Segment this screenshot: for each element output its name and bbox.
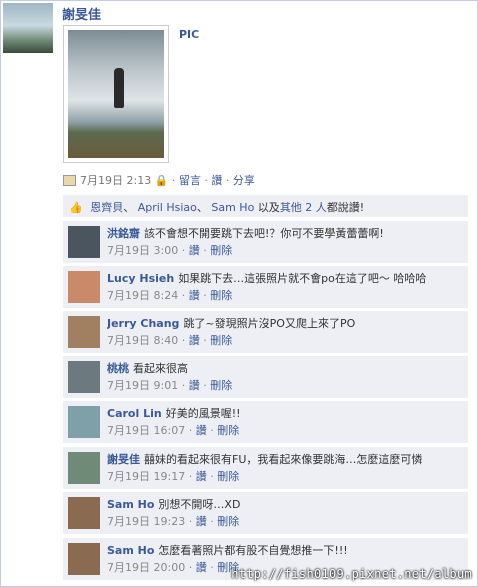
post-meta: 7月19日 2:13 🔒 · 留言 · 讚 · 分享	[63, 172, 255, 188]
comment-like-link[interactable]: 讚	[196, 424, 207, 437]
commenter-avatar[interactable]	[68, 271, 100, 303]
comment-delete-link[interactable]: 刪除	[217, 515, 239, 528]
comment-time[interactable]: 7月19日 3:00	[107, 244, 178, 257]
commenter-avatar[interactable]	[68, 497, 100, 529]
comment-body: Lucy Hsieh 如果跳下去…這張照片就不會po在這了吧～ 哈哈哈 7月19日 …	[107, 270, 464, 304]
comment-meta: 7月19日 16:07 · 讚 · 刪除	[107, 424, 240, 437]
comment-link[interactable]: 留言	[179, 174, 201, 187]
comment-meta: 7月19日 9:01 · 讚 · 刪除	[107, 379, 233, 392]
photo-thumbnail[interactable]	[63, 25, 169, 163]
watermark: http://fish0109.pixnet.net/album	[231, 567, 472, 581]
comment-time[interactable]: 7月19日 20:00	[107, 561, 185, 574]
comment-text: 囍妹的看起來很有FU，我看起來像要跳海…怎麼這麼可憐	[144, 453, 423, 466]
comment-delete-link[interactable]: 刪除	[210, 244, 232, 257]
comment-row: Sam Ho 別想不開呀…XD 7月19日 19:23 · 讚 · 刪除	[63, 491, 468, 534]
comment-body: 桃桃 看起來很高 7月19日 9:01 · 讚 · 刪除	[107, 360, 464, 394]
comment-time[interactable]: 7月19日 16:07	[107, 424, 185, 437]
comment-row: Jerry Chang 跳了~發現照片沒PO又爬上來了PO 7月19日 8:40 ·…	[63, 310, 468, 353]
commenter-avatar[interactable]	[68, 406, 100, 438]
thumbs-up-icon: 👍	[69, 201, 83, 214]
like-link[interactable]: 讚	[211, 174, 222, 187]
commenter-name[interactable]: Lucy Hsieh	[107, 272, 174, 285]
comment-delete-link[interactable]: 刪除	[210, 334, 232, 347]
commenter-avatar[interactable]	[68, 361, 100, 393]
comment-like-link[interactable]: 讚	[196, 470, 207, 483]
photo-image[interactable]	[68, 30, 164, 158]
commenter-avatar[interactable]	[68, 226, 100, 258]
comment-time[interactable]: 7月19日 9:01	[107, 379, 178, 392]
photo-album-icon	[63, 175, 76, 186]
photo-person-figure	[114, 68, 124, 108]
comment-like-link[interactable]: 讚	[196, 515, 207, 528]
comment-text: 跳了~發現照片沒PO又爬上來了PO	[183, 317, 356, 330]
likes-others-link[interactable]: 其他 2 人	[280, 201, 327, 214]
comment-body: 洪銘齋 該不會想不開要跳下去吧!？你可不要學黃蕾蕾啊! 7月19日 3:00 · 讚…	[107, 225, 464, 259]
commenter-name[interactable]: Sam Ho	[107, 544, 154, 557]
commenter-name[interactable]: Carol Lin	[107, 407, 162, 420]
comment-row: Lucy Hsieh 如果跳下去…這張照片就不會po在這了吧～ 哈哈哈 7月19日 …	[63, 265, 468, 308]
comment-text: 看起來很高	[133, 362, 188, 375]
comment-meta: 7月19日 19:23 · 讚 · 刪除	[107, 515, 240, 528]
comment-time[interactable]: 7月19日 8:24	[107, 289, 178, 302]
liker-1[interactable]: 恩齊貝	[90, 201, 123, 214]
commenter-avatar[interactable]	[68, 452, 100, 484]
comment-meta: 7月19日 3:00 · 讚 · 刪除	[107, 244, 233, 257]
comment-text: 怎麼看著照片都有股不自覺想推一下!!!	[158, 544, 348, 557]
comment-body: 謝旻佳 囍妹的看起來很有FU，我看起來像要跳海…怎麼這麼可憐 7月19日 19:17…	[107, 451, 464, 485]
commenter-avatar[interactable]	[68, 316, 100, 348]
liker-3[interactable]: Sam Ho	[211, 201, 254, 214]
comment-time[interactable]: 7月19日 8:40	[107, 334, 178, 347]
comment-like-link[interactable]: 讚	[189, 334, 200, 347]
comment-row: 洪銘齋 該不會想不開要跳下去吧!？你可不要學黃蕾蕾啊! 7月19日 3:00 · 讚…	[63, 220, 468, 263]
comment-text: 好美的風景喔!!	[165, 407, 241, 420]
lock-icon: 🔒	[154, 174, 169, 187]
comment-text: 如果跳下去…這張照片就不會po在這了吧～ 哈哈哈	[178, 272, 427, 285]
comment-like-link[interactable]: 讚	[189, 379, 200, 392]
commenter-name[interactable]: 謝旻佳	[107, 453, 140, 466]
comment-body: Jerry Chang 跳了~發現照片沒PO又爬上來了PO 7月19日 8:40 ·…	[107, 315, 464, 349]
comment-delete-link[interactable]: 刪除	[210, 379, 232, 392]
comment-meta: 7月19日 19:17 · 讚 · 刪除	[107, 470, 240, 483]
comment-row: 謝旻佳 囍妹的看起來很有FU，我看起來像要跳海…怎麼這麼可憐 7月19日 19:17…	[63, 446, 468, 489]
likes-bar: 👍 恩齊貝、 April Hsiao、 Sam Ho 以及其他 2 人都說讚!	[63, 195, 468, 217]
commenter-name[interactable]: 桃桃	[107, 362, 129, 375]
author-name[interactable]: 謝旻佳	[62, 4, 101, 23]
commenter-name[interactable]: Jerry Chang	[107, 317, 179, 330]
commenter-name[interactable]: Sam Ho	[107, 498, 154, 511]
commenter-name[interactable]: 洪銘齋	[107, 227, 140, 240]
comment-like-link[interactable]: 讚	[189, 244, 200, 257]
comment-delete-link[interactable]: 刪除	[217, 470, 239, 483]
comment-row: 桃桃 看起來很高 7月19日 9:01 · 讚 · 刪除	[63, 355, 468, 398]
comment-body: Carol Lin 好美的風景喔!! 7月19日 16:07 · 讚 · 刪除	[107, 405, 464, 439]
liker-2[interactable]: April Hsiao	[138, 201, 197, 214]
share-link[interactable]: 分享	[233, 174, 255, 187]
commenter-avatar[interactable]	[68, 543, 100, 575]
comment-text: 該不會想不開要跳下去吧!？你可不要學黃蕾蕾啊!	[144, 227, 384, 240]
comment-like-link[interactable]: 讚	[196, 561, 207, 574]
photo-title[interactable]: PIC	[179, 28, 199, 41]
comment-body: Sam Ho 別想不開呀…XD 7月19日 19:23 · 讚 · 刪除	[107, 496, 464, 530]
comment-like-link[interactable]: 讚	[189, 289, 200, 302]
comment-delete-link[interactable]: 刪除	[210, 289, 232, 302]
author-avatar[interactable]	[3, 3, 53, 53]
post-date[interactable]: 7月19日 2:13	[80, 174, 151, 187]
comment-text: 別想不開呀…XD	[158, 498, 241, 511]
comment-meta: 7月19日 8:40 · 讚 · 刪除	[107, 334, 233, 347]
comment-meta: 7月19日 8:24 · 讚 · 刪除	[107, 289, 233, 302]
comment-delete-link[interactable]: 刪除	[217, 424, 239, 437]
comment-time[interactable]: 7月19日 19:23	[107, 515, 185, 528]
comment-row: Carol Lin 好美的風景喔!! 7月19日 16:07 · 讚 · 刪除	[63, 400, 468, 443]
comment-time[interactable]: 7月19日 19:17	[107, 470, 185, 483]
